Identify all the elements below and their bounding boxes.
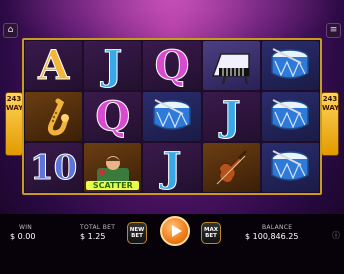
reel-cell [261,41,319,90]
ways-badge-left: 243 WAYS [5,92,29,156]
spin-button[interactable] [160,216,190,246]
drum-icon [271,98,310,130]
ways-word: WAYS [322,104,344,112]
total-bet-label: TOTAL BET [80,224,116,231]
symbol-j: J [103,41,123,89]
symbol-j: J [221,92,241,140]
reel-cell [261,143,319,192]
symbol-q: Q [154,41,190,89]
max-bet-button[interactable]: MAX BET [201,222,221,244]
win-value: $ 0.00 [10,232,36,241]
play-icon [171,225,182,237]
new-bet-button[interactable]: NEW BET [127,222,147,244]
ways-badge-right: 243 WAYS [321,92,344,156]
reel-cell: A [25,41,83,90]
balance-label: BALANCE [262,224,293,231]
drum-icon [271,47,310,79]
ways-word: WAYS [6,104,29,112]
reel-cell: SCATTER [84,143,142,192]
drum-icon [271,149,310,181]
symbol-j: J [162,143,182,191]
info-icon[interactable]: ⓘ [332,230,340,241]
drum-icon [153,98,191,130]
reel-cell: Q [143,41,201,90]
piano-icon [212,52,250,84]
symbol-q: Q [95,92,131,140]
reel-cell: J [143,143,201,192]
ways-number: 243 [322,95,338,103]
reel-cell [261,92,319,141]
reel-cell: J [202,92,260,141]
symbol-ten: 10 [29,147,78,188]
scatter-label: SCATTER [86,181,140,190]
balance-value: $ 100,846.25 [245,232,299,241]
home-icon[interactable]: ⌂ [3,23,18,38]
violin-icon [216,149,247,184]
singer-scatter-icon [96,155,129,184]
reel-cell [202,143,260,192]
reel-cell: 10 [25,143,83,192]
hamburger-menu-icon[interactable]: ≡ [326,23,341,38]
ways-number: 243 [6,95,22,103]
reel-cell [143,92,201,141]
win-label: WIN [19,224,33,231]
reel-cell [202,41,260,90]
reel-cell [25,92,83,141]
saxophone-icon [47,98,69,136]
reel-cell: J [84,41,142,90]
total-bet-value: $ 1.25 [80,232,106,241]
reel-cell: Q [84,92,142,141]
symbol-a: A [38,41,70,89]
reel-frame: A J Q Q J 10 SCATTER J [22,38,322,195]
reel-grid: A J Q Q J 10 SCATTER J [25,41,319,192]
